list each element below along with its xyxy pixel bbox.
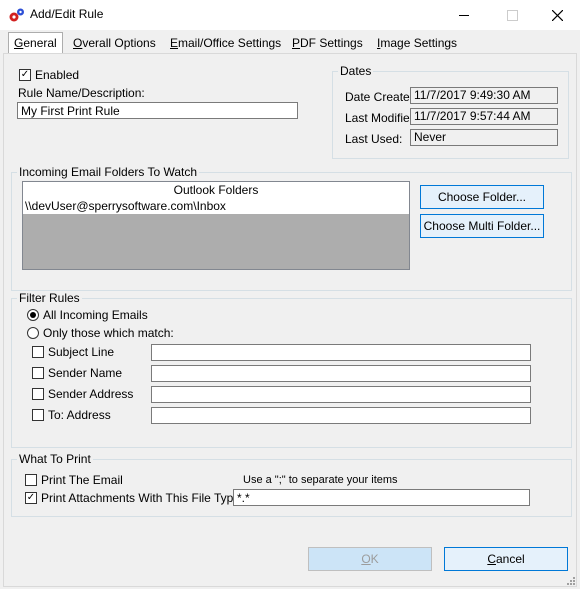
- tab-general-label: eneral: [23, 36, 57, 50]
- tab-image-label: mage Settings: [380, 36, 458, 50]
- to-address-label: To: Address: [48, 408, 111, 422]
- rule-name-label: Rule Name/Description:: [18, 86, 145, 100]
- subject-line-input[interactable]: [151, 344, 531, 361]
- rule-name-input[interactable]: My First Print Rule: [17, 102, 298, 119]
- tab-email-label: mail/Office Settings: [178, 36, 282, 50]
- cancel-button[interactable]: Cancel: [444, 547, 568, 571]
- window-title: Add/Edit Rule: [30, 7, 104, 21]
- tab-image-settings[interactable]: Image Settings: [372, 34, 462, 52]
- print-email-checkbox[interactable]: [25, 474, 37, 486]
- ok-label: K: [370, 552, 379, 566]
- maximize-icon: [506, 9, 518, 21]
- tab-email-office-settings[interactable]: Email/Office Settings: [165, 34, 286, 52]
- separator-hint: Use a ";" to separate your items: [243, 474, 398, 486]
- date-created-value: 11/7/2017 9:49:30 AM: [410, 87, 558, 104]
- what-to-print-group: [11, 459, 572, 517]
- folders-listbox[interactable]: Outlook Folders \\devUser@sperrysoftware…: [22, 181, 410, 270]
- file-type-input[interactable]: *.*: [233, 489, 530, 506]
- enabled-checkbox[interactable]: ✓: [19, 69, 31, 81]
- folders-group-title: Incoming Email Folders To Watch: [17, 165, 200, 179]
- minimize-icon: [459, 14, 469, 16]
- minimize-button[interactable]: [441, 0, 487, 30]
- subject-line-label: Subject Line: [48, 345, 115, 359]
- tab-pdf-label: DF Settings: [300, 36, 363, 50]
- checkmark-icon: ✓: [26, 492, 36, 503]
- sender-name-checkbox[interactable]: [32, 367, 44, 379]
- ok-mnemonic: O: [361, 552, 371, 566]
- tab-email-mnemonic: E: [170, 36, 179, 50]
- all-emails-radio[interactable]: [27, 309, 39, 321]
- checkmark-icon: ✓: [20, 69, 30, 80]
- sender-address-input[interactable]: [151, 386, 531, 403]
- close-icon: [551, 9, 563, 21]
- tab-pdf-settings[interactable]: PDF Settings: [287, 34, 368, 52]
- last-modified-value: 11/7/2017 9:57:44 AM: [410, 108, 558, 125]
- subject-line-checkbox[interactable]: [32, 346, 44, 358]
- sender-address-checkbox[interactable]: [32, 388, 44, 400]
- print-email-label: Print The Email: [41, 473, 123, 487]
- only-matching-label: Only those which match:: [43, 326, 174, 340]
- to-address-checkbox[interactable]: [32, 409, 44, 421]
- print-attachments-checkbox[interactable]: ✓: [25, 492, 37, 504]
- tab-general[interactable]: General: [8, 32, 63, 54]
- last-used-value: Never: [410, 129, 558, 146]
- radio-selected-dot: [30, 312, 36, 318]
- tab-overall-label: verall Options: [82, 36, 156, 50]
- tab-pdf-mnemonic: P: [292, 36, 301, 50]
- tab-overall-options[interactable]: Overall Options: [68, 34, 161, 52]
- print-attachments-label: Print Attachments With This File Type:: [41, 491, 244, 505]
- all-emails-label: All Incoming Emails: [43, 308, 148, 322]
- what-to-print-group-title: What To Print: [17, 452, 93, 466]
- date-created-label: Date Created:: [345, 90, 420, 104]
- title-bar[interactable]: Add/Edit Rule: [0, 0, 580, 30]
- sender-name-input[interactable]: [151, 365, 531, 382]
- folder-list-item[interactable]: \\devUser@sperrysoftware.com\Inbox: [23, 198, 409, 214]
- choose-multi-folder-button[interactable]: Choose Multi Folder...: [420, 214, 544, 238]
- maximize-button: [489, 0, 535, 30]
- tab-overall-mnemonic: O: [73, 36, 83, 50]
- cancel-label: ancel: [495, 552, 525, 566]
- filter-rules-group-title: Filter Rules: [17, 291, 82, 305]
- dates-group-title: Dates: [338, 64, 374, 78]
- gears-app-icon: [9, 8, 24, 22]
- sender-name-label: Sender Name: [48, 366, 123, 380]
- to-address-input[interactable]: [151, 407, 531, 424]
- resize-grip-icon[interactable]: [564, 574, 576, 586]
- tab-general-mnemonic: G: [14, 36, 24, 50]
- cancel-mnemonic: C: [487, 552, 496, 566]
- only-matching-radio[interactable]: [27, 327, 39, 339]
- ok-button[interactable]: OK: [308, 547, 432, 571]
- last-modified-label: Last Modified:: [345, 111, 420, 125]
- last-used-label: Last Used:: [345, 132, 403, 146]
- close-button[interactable]: [534, 0, 580, 30]
- sender-address-label: Sender Address: [48, 387, 134, 401]
- choose-folder-button[interactable]: Choose Folder...: [420, 185, 544, 209]
- folders-list-header[interactable]: Outlook Folders: [23, 182, 409, 198]
- tab-strip: General Overall Options Email/Office Set…: [0, 30, 580, 54]
- enabled-label: Enabled: [35, 68, 80, 82]
